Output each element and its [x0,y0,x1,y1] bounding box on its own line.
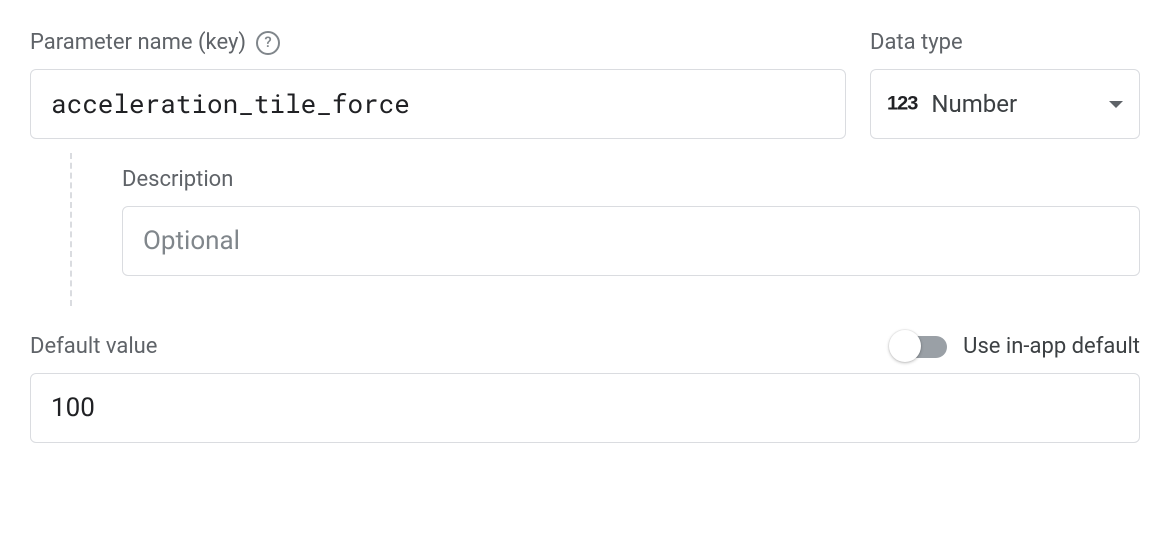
use-in-app-default-label: Use in-app default [963,334,1140,359]
parameter-name-label: Parameter name (key) [30,30,246,55]
parameter-name-input[interactable] [30,69,846,139]
help-icon[interactable]: ? [256,31,280,55]
description-label: Description [122,167,233,192]
number-type-icon: 123 [887,93,917,115]
data-type-select[interactable]: 123 Number [870,69,1140,139]
toggle-knob [889,330,921,362]
description-input[interactable] [122,206,1140,276]
data-type-value: Number [931,90,1095,118]
chevron-down-icon [1109,101,1123,108]
data-type-label: Data type [870,30,963,55]
default-value-label: Default value [30,334,157,359]
use-in-app-default-toggle[interactable] [891,336,947,358]
indent-line [70,153,72,306]
default-value-input[interactable] [30,373,1140,443]
